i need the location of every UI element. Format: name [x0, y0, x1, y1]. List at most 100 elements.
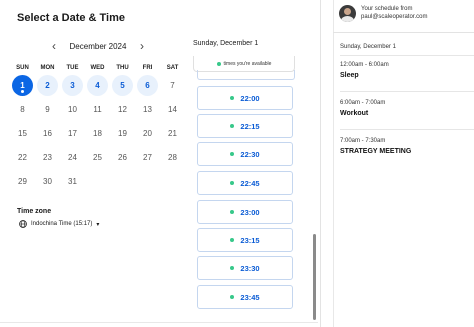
available-dot-icon: [230, 238, 235, 242]
timezone-value: Indochina Time (15:17): [31, 221, 93, 227]
event-divider: [340, 129, 474, 130]
calendar-day-label: 2: [37, 75, 58, 97]
calendar-day-label: 8: [20, 105, 25, 114]
available-dot-icon: [230, 210, 235, 214]
calendar-day-label: 12: [118, 105, 127, 114]
available-dot-icon: [230, 96, 235, 100]
calendar-day[interactable]: 2: [35, 74, 60, 98]
calendar-day: 28: [160, 146, 185, 170]
calendar-day: 30: [35, 170, 60, 194]
calendar-day-label: 16: [43, 129, 52, 138]
calendar-day: 26: [110, 146, 135, 170]
time-slot-label: 22:00: [240, 93, 260, 103]
calendar-day-label: 30: [43, 177, 52, 186]
calendar-day-label: 14: [168, 105, 177, 114]
time-slot-label: 22:30: [240, 149, 260, 159]
event-divider: [340, 55, 474, 56]
timezone-label: Time zone: [17, 208, 52, 215]
times-date-label: Sunday, December 1: [193, 40, 259, 47]
calendar-day: 23: [35, 146, 60, 170]
calendar-day-label: 7: [170, 81, 175, 90]
calendar-day-label: 22: [18, 153, 27, 162]
calendar-day: 13: [135, 98, 160, 122]
calendar-day-label: 3: [62, 75, 83, 97]
calendar-day-label: 1: [12, 75, 33, 97]
calendar-day: 8: [10, 98, 35, 122]
month-navigation: ‹ December 2024 ›: [48, 38, 148, 54]
calendar-day: 10: [60, 98, 85, 122]
avatar: [339, 5, 356, 22]
calendar-day: 31: [60, 170, 85, 194]
available-dot-icon: [230, 295, 235, 299]
time-slot[interactable]: 22:15: [197, 114, 293, 138]
calendar-day: 22: [10, 146, 35, 170]
calendar-day-label: 18: [93, 129, 102, 138]
calendar-day: 15: [10, 122, 35, 146]
calendar-day-label: 11: [93, 105, 102, 114]
timezone-select[interactable]: Indochina Time (15:17) ▾: [19, 220, 99, 228]
weekday-label: THU: [116, 65, 129, 71]
time-slot[interactable]: 23:00: [197, 200, 293, 224]
time-slot[interactable]: 23:30: [197, 256, 293, 280]
time-slot-label: 23:00: [240, 207, 260, 217]
available-dot-icon: [230, 266, 235, 270]
calendar-day: 21: [160, 122, 185, 146]
calendar-day[interactable]: 6: [135, 74, 160, 98]
weekday-label: TUE: [66, 65, 79, 71]
calendar-day-label: 29: [18, 177, 27, 186]
event-title: STRATEGY MEETING: [340, 148, 412, 155]
calendar-day[interactable]: 3: [60, 74, 85, 98]
event-time: 7:00am - 7:30am: [340, 138, 386, 144]
calendar-day: 12: [110, 98, 135, 122]
time-slot[interactable]: 22:00: [197, 86, 293, 110]
calendar-day: 17: [60, 122, 85, 146]
page-title: Select a Date & Time: [17, 12, 126, 24]
calendar-day-label: 10: [68, 105, 77, 114]
scrollbar-thumb[interactable]: [313, 234, 316, 320]
calendar-day: 16: [35, 122, 60, 146]
time-slot[interactable]: 22:30: [197, 142, 293, 166]
calendar-day[interactable]: 4: [85, 74, 110, 98]
calendar-day[interactable]: 1: [10, 74, 35, 98]
calendar-day-label: 17: [68, 129, 77, 138]
time-slot-list[interactable]: times you're available 22:00 22:15 22:30…: [193, 56, 295, 322]
time-slot-label: 22:45: [240, 178, 260, 188]
time-slot-label: 22:15: [240, 121, 260, 131]
event-time: 6:00am - 7:00am: [340, 100, 386, 106]
weekday-label: FRI: [142, 65, 153, 71]
schedule-date-label: Sunday, December 1: [340, 44, 396, 50]
calendar-day-label: 31: [68, 177, 77, 186]
weekday-label: SUN: [16, 65, 29, 71]
calendar-day-label: 25: [93, 153, 102, 162]
calendar-day[interactable]: 5: [110, 74, 135, 98]
caret-down-icon: ▾: [96, 221, 100, 228]
time-slot-label: 23:45: [240, 292, 260, 302]
chevron-left-icon[interactable]: ‹: [48, 38, 60, 54]
calendar-day-label: 23: [43, 153, 52, 162]
calendar-day-label: 5: [112, 75, 133, 97]
calendar-day-label: 6: [137, 75, 158, 97]
panel-divider: [320, 0, 321, 327]
calendar-day-label: 24: [68, 153, 77, 162]
calendar-day: 25: [85, 146, 110, 170]
calendar-day: 27: [135, 146, 160, 170]
event-divider: [340, 91, 474, 92]
calendar-day-label: 27: [143, 153, 152, 162]
calendar-day-label: 26: [118, 153, 127, 162]
time-slot-partial[interactable]: [197, 70, 295, 80]
weekday-label: SAT: [166, 65, 179, 71]
time-slot[interactable]: 23:15: [197, 228, 293, 252]
time-slot[interactable]: 22:45: [197, 171, 293, 195]
calendar-day-label: 4: [87, 75, 108, 97]
calendar-day-label: 13: [143, 105, 152, 114]
calendar-day-label: 15: [18, 129, 27, 138]
time-slot-label: 23:30: [240, 263, 260, 273]
calendar-day: 11: [85, 98, 110, 122]
event-title: Workout: [340, 110, 369, 117]
calendar-day: 19: [110, 122, 135, 146]
calendar-day: 24: [60, 146, 85, 170]
header-divider: [333, 32, 474, 33]
time-slot[interactable]: 23:45: [197, 285, 293, 309]
calendar-day: 29: [10, 170, 35, 194]
chevron-right-icon[interactable]: ›: [136, 38, 148, 54]
